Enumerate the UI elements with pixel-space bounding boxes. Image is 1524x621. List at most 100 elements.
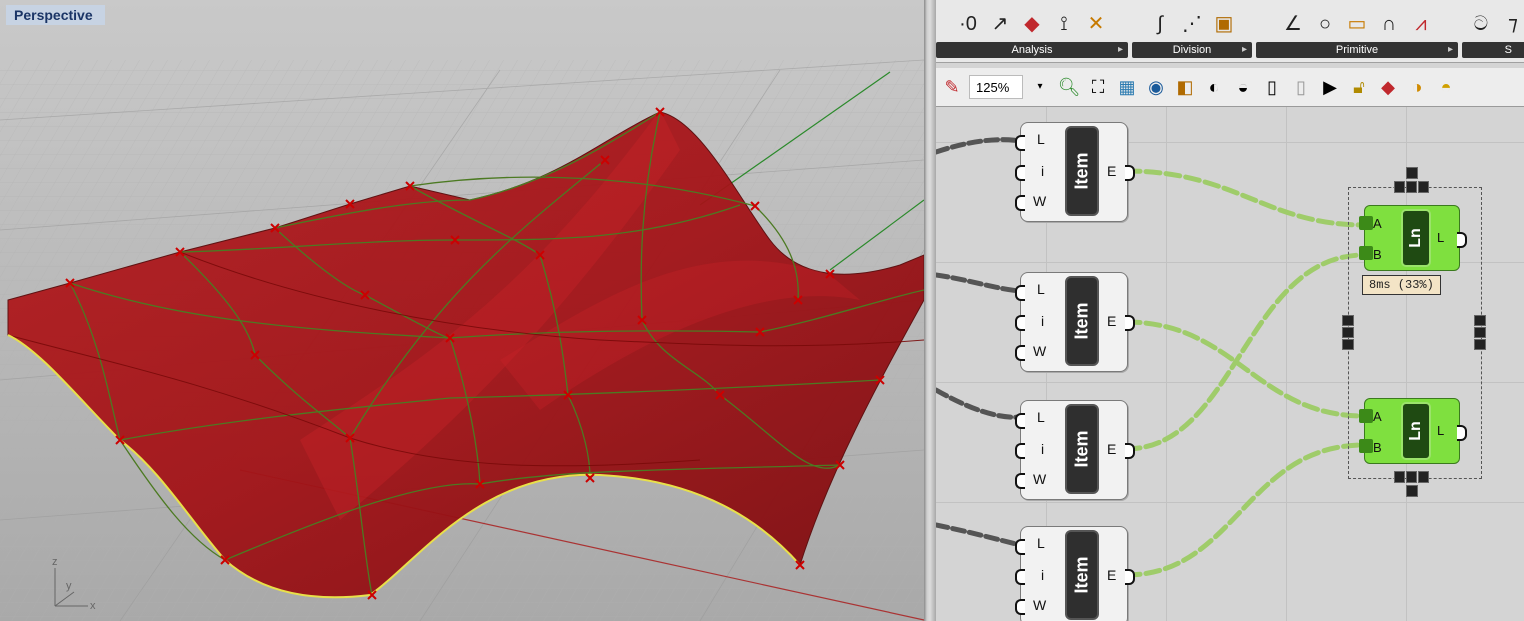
node-core[interactable]: Item xyxy=(1065,530,1099,620)
align-left-handle[interactable] xyxy=(1342,315,1354,351)
node-core[interactable]: Ln xyxy=(1401,402,1431,460)
divide-distance-icon[interactable]: ⋰ xyxy=(1179,11,1205,37)
input-port-B[interactable]: B xyxy=(1373,247,1382,262)
input-grip[interactable] xyxy=(1359,246,1373,260)
curve-closest-point-icon[interactable]: ◆ xyxy=(1019,11,1045,37)
output-port-E[interactable]: E xyxy=(1107,313,1116,329)
list-item-node[interactable]: L i W Item E xyxy=(1015,272,1135,372)
input-port-W[interactable]: W xyxy=(1033,193,1046,209)
lock-solver-icon[interactable]: 🔓︎ xyxy=(1347,75,1371,99)
zoom-extents-icon[interactable]: ⛶ xyxy=(1086,75,1110,99)
preview-shaded-icon[interactable]: ◒ xyxy=(1231,75,1255,99)
line-component-node[interactable]: A B Ln L xyxy=(1359,205,1467,271)
input-grip[interactable] xyxy=(1015,413,1025,429)
zoom-icon[interactable]: 🔍︎ xyxy=(1057,75,1081,99)
rhino-perspective-viewport[interactable]: Perspective z y x xyxy=(0,0,924,621)
input-grip[interactable] xyxy=(1359,439,1373,453)
output-port-E[interactable]: E xyxy=(1107,163,1116,179)
spline-icon[interactable]: ට xyxy=(1468,11,1494,37)
input-grip[interactable] xyxy=(1359,216,1373,230)
input-port-A[interactable]: A xyxy=(1373,409,1382,424)
input-grip[interactable] xyxy=(1015,285,1025,301)
preview-wireframe-icon[interactable]: ◐ xyxy=(1202,75,1226,99)
input-port-L[interactable]: L xyxy=(1037,409,1045,425)
input-grip[interactable] xyxy=(1015,195,1025,211)
node-core[interactable]: Item xyxy=(1065,276,1099,366)
polyline-icon[interactable]: ⩘ xyxy=(1408,11,1434,37)
input-port-L[interactable]: L xyxy=(1037,535,1045,551)
node-core[interactable]: Ln xyxy=(1401,209,1431,267)
input-grip[interactable] xyxy=(1359,409,1373,423)
expand-division-icon[interactable]: ▸ xyxy=(1242,42,1247,58)
evaluate-curve-icon[interactable]: ·0 xyxy=(955,11,981,37)
panel-splitter[interactable] xyxy=(924,0,936,621)
output-port-E[interactable]: E xyxy=(1107,441,1116,457)
align-menu-icon[interactable] xyxy=(1406,167,1418,179)
input-grip[interactable] xyxy=(1015,539,1025,555)
list-item-node[interactable]: L i W Item E xyxy=(1015,122,1135,222)
input-grip[interactable] xyxy=(1015,315,1025,331)
output-grip[interactable] xyxy=(1125,569,1135,585)
node-core[interactable]: Item xyxy=(1065,404,1099,494)
preview-eye-icon[interactable]: ◉ xyxy=(1144,75,1168,99)
divide-curve-icon[interactable]: ∫ xyxy=(1147,11,1173,37)
curve-frames-icon[interactable]: ⟟ xyxy=(1051,11,1077,37)
material-icon[interactable]: ◓ xyxy=(1434,75,1458,99)
input-grip[interactable] xyxy=(1015,569,1025,585)
grasshopper-canvas[interactable]: L i W Item E L i W Item E L i W Item E L… xyxy=(936,107,1524,621)
input-grip[interactable] xyxy=(1015,599,1025,615)
custom-preview-icon[interactable]: ◑ xyxy=(1405,75,1429,99)
input-port-L[interactable]: L xyxy=(1037,131,1045,147)
arc-icon[interactable]: ∩ xyxy=(1376,11,1402,37)
circle-icon[interactable]: ○ xyxy=(1312,11,1338,37)
input-port-i[interactable]: i xyxy=(1041,163,1044,179)
interpolate-icon[interactable]: ⁊ xyxy=(1500,11,1524,37)
curve-param-icon[interactable]: ✕ xyxy=(1083,11,1109,37)
input-port-W[interactable]: W xyxy=(1033,471,1046,487)
input-grip[interactable] xyxy=(1015,165,1025,181)
line-component-node[interactable]: A B Ln L xyxy=(1359,398,1467,464)
preview-off-icon[interactable]: ▯ xyxy=(1289,75,1313,99)
input-port-i[interactable]: i xyxy=(1041,441,1044,457)
input-grip[interactable] xyxy=(1015,345,1025,361)
input-port-L[interactable]: L xyxy=(1037,281,1045,297)
output-grip[interactable] xyxy=(1457,425,1467,441)
input-grip[interactable] xyxy=(1015,443,1025,459)
input-grip[interactable] xyxy=(1015,135,1025,151)
named-views-icon[interactable]: ▦ xyxy=(1115,75,1139,99)
output-port-L[interactable]: L xyxy=(1437,230,1444,245)
output-grip[interactable] xyxy=(1457,232,1467,248)
sketch-icon[interactable]: ✎ xyxy=(940,75,964,99)
shatter-icon[interactable]: ▣ xyxy=(1211,11,1237,37)
output-port-E[interactable]: E xyxy=(1107,567,1116,583)
input-grip[interactable] xyxy=(1015,473,1025,489)
input-port-W[interactable]: W xyxy=(1033,597,1046,613)
viewport-title[interactable]: Perspective xyxy=(6,5,105,25)
align-menu-icon[interactable] xyxy=(1406,485,1418,497)
output-port-L[interactable]: L xyxy=(1437,423,1444,438)
align-top-handle[interactable] xyxy=(1394,181,1430,193)
expand-primitive-icon[interactable]: ▸ xyxy=(1448,42,1453,58)
zoom-level-field[interactable]: 125% xyxy=(969,75,1023,99)
list-item-node[interactable]: L i W Item E xyxy=(1015,400,1135,500)
rectangle-icon[interactable]: ▭ xyxy=(1344,11,1370,37)
output-grip[interactable] xyxy=(1125,315,1135,331)
line-icon[interactable]: ∠ xyxy=(1280,11,1306,37)
display-mode-icon[interactable]: ◆ xyxy=(1376,75,1400,99)
input-port-i[interactable]: i xyxy=(1041,313,1044,329)
align-bottom-handle[interactable] xyxy=(1394,471,1430,483)
preview-selected-icon[interactable]: ▯ xyxy=(1260,75,1284,99)
solve-play-icon[interactable]: ▶ xyxy=(1318,75,1342,99)
output-grip[interactable] xyxy=(1125,443,1135,459)
input-port-W[interactable]: W xyxy=(1033,343,1046,359)
output-grip[interactable] xyxy=(1125,165,1135,181)
node-core[interactable]: Item xyxy=(1065,126,1099,216)
list-item-node[interactable]: L i W Item E xyxy=(1015,526,1135,621)
bake-icon[interactable]: ◧ xyxy=(1173,75,1197,99)
input-port-i[interactable]: i xyxy=(1041,567,1044,583)
input-port-A[interactable]: A xyxy=(1373,216,1382,231)
align-right-handle[interactable] xyxy=(1474,315,1486,351)
input-port-B[interactable]: B xyxy=(1373,440,1382,455)
zoom-dropdown-icon[interactable]: ▾ xyxy=(1028,75,1052,99)
expand-analysis-icon[interactable]: ▸ xyxy=(1118,42,1123,58)
